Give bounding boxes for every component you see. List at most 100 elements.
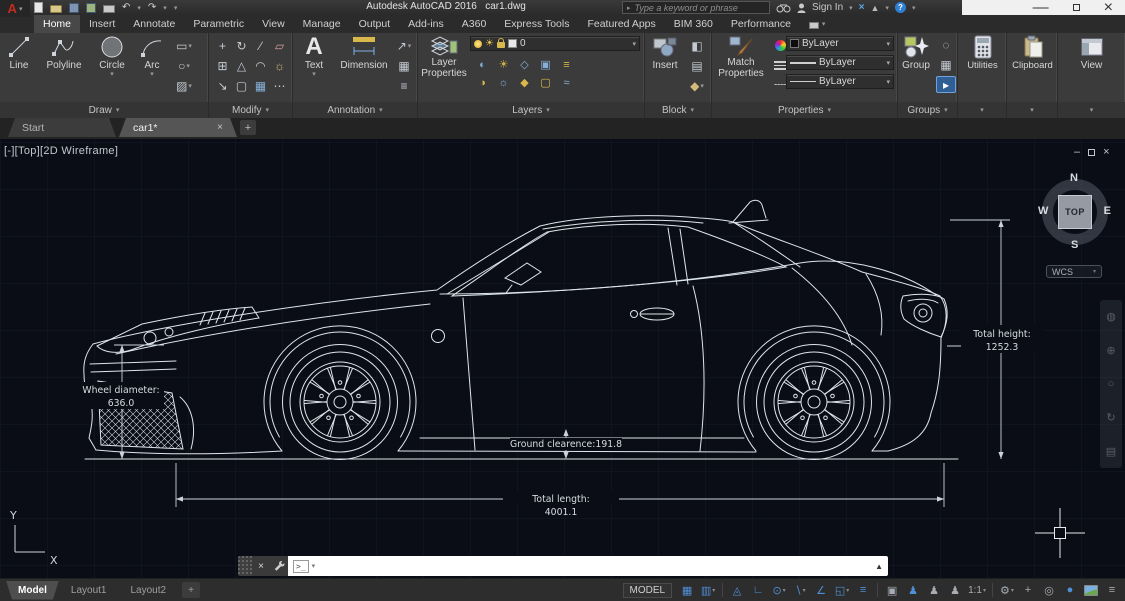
osnap-3d-icon[interactable]: ▣	[882, 582, 902, 599]
viewport-controls[interactable]: [-][Top][2D Wireframe]	[4, 145, 118, 157]
rectangle-tool-icon[interactable]: ▭▾	[174, 37, 194, 54]
file-tab-start[interactable]: Start	[8, 118, 116, 137]
undo-caret-icon[interactable]: ▾	[137, 4, 141, 12]
ortho-toggle-icon[interactable]: ∟	[748, 582, 768, 599]
layer-make-current-icon[interactable]: ≡	[563, 59, 569, 71]
tab-a360[interactable]: A360	[453, 15, 496, 33]
clean-screen-icon[interactable]	[1081, 582, 1101, 599]
panel-label-block[interactable]: Block▾	[645, 102, 711, 118]
sign-in-button[interactable]: Sign In	[812, 2, 843, 13]
arc-button[interactable]: Arc ▾	[134, 35, 170, 77]
utilities-button[interactable]: Utilities	[962, 35, 1003, 71]
text-button[interactable]: A Text ▾	[295, 35, 333, 77]
copy-icon[interactable]: ⊞	[217, 59, 227, 73]
create-block-icon[interactable]: ◧	[687, 37, 707, 54]
navigation-bar[interactable]: ◍ ⊕ ○ ↻ ▤	[1100, 300, 1122, 468]
layer-select-dropdown[interactable]: ☀ 0 ▾	[470, 36, 640, 51]
a360-caret-icon[interactable]: ▾	[885, 4, 889, 12]
group-edit-icon[interactable]: ▦	[936, 56, 956, 73]
panel-label-utilities[interactable]: ▾	[958, 102, 1006, 118]
tab-home[interactable]: Home	[34, 15, 80, 33]
layer-freeze-icon[interactable]: ◇	[520, 58, 528, 71]
linetype-dropdown[interactable]: ByLayer ▾	[786, 74, 894, 89]
lineweight-dropdown[interactable]: ByLayer ▾	[786, 55, 894, 70]
table-icon[interactable]: ▦	[394, 57, 414, 74]
tab-model[interactable]: Model	[6, 581, 59, 600]
isolate-objects-icon[interactable]: ◎	[1039, 582, 1059, 599]
new-drawing-tab-button[interactable]: +	[240, 120, 256, 135]
viewport-restore-icon[interactable]	[1088, 149, 1095, 156]
viewcube[interactable]: N W E S TOP	[1037, 174, 1113, 250]
app-logo-icon[interactable]: A▾	[0, 0, 30, 17]
tab-performance[interactable]: Performance	[722, 15, 800, 33]
stretch-icon[interactable]: ↘	[217, 79, 227, 93]
layer-match-icon[interactable]: ≈	[563, 77, 569, 89]
layer-lock-icon[interactable]: ▣	[540, 58, 550, 71]
more-modify-icon[interactable]: ⋯	[274, 79, 286, 93]
grid-toggle-icon[interactable]: ▦	[677, 582, 697, 599]
isodraft-icon[interactable]: ∖▾	[790, 582, 810, 599]
command-input[interactable]: >_ ▾ ▲	[288, 556, 888, 576]
block-attributes-icon[interactable]: ◆▾	[687, 77, 707, 94]
binoculars-icon[interactable]	[776, 3, 791, 13]
tab-output[interactable]: Output	[350, 15, 400, 33]
navigation-wheel-icon[interactable]: ◍	[1106, 310, 1116, 323]
exchange-apps-icon[interactable]: ×	[859, 2, 865, 13]
graphics-performance-icon[interactable]: ●	[1060, 582, 1080, 599]
command-line[interactable]: × >_ ▾ ▲	[238, 556, 888, 576]
open-file-icon[interactable]	[50, 5, 62, 13]
array-icon[interactable]: ▦	[255, 79, 266, 93]
tab-manage[interactable]: Manage	[294, 15, 350, 33]
panel-label-groups[interactable]: Groups▾	[898, 102, 957, 118]
tray-plus-icon[interactable]: +	[1018, 582, 1038, 599]
viewcube-west[interactable]: W	[1038, 205, 1048, 217]
snap-toggle-icon[interactable]: ▥▾	[698, 582, 718, 599]
clipboard-button[interactable]: Clipboard	[1009, 35, 1056, 71]
pan-icon[interactable]: ⊕	[1106, 344, 1115, 357]
annotation-visibility-icon[interactable]: ♟	[903, 582, 923, 599]
viewport-close-icon[interactable]: ×	[1103, 146, 1109, 158]
redo-caret-icon[interactable]: ▾	[163, 4, 167, 12]
match-properties-button[interactable]: Match Properties	[714, 35, 768, 79]
save-icon[interactable]	[69, 3, 79, 13]
qat-dropdown-icon[interactable]: ▾	[174, 4, 178, 12]
tab-parametric[interactable]: Parametric	[184, 15, 253, 33]
circle-button[interactable]: Circle ▾	[92, 35, 132, 77]
tab-bim360[interactable]: BIM 360	[665, 15, 722, 33]
object-snap-icon[interactable]: ◱▾	[832, 582, 852, 599]
layer-thaw-tool-icon[interactable]: ◆	[520, 76, 528, 89]
workspace-switch-icon[interactable]: ⚙▾	[997, 582, 1017, 599]
panel-label-annotation[interactable]: Annotation▾	[293, 102, 417, 118]
group-selection-toggle-icon[interactable]: ▸	[936, 76, 956, 93]
edit-block-icon[interactable]: ▤	[687, 57, 707, 74]
file-tab-close-icon[interactable]: ×	[217, 122, 223, 133]
panel-label-draw[interactable]: Draw▾	[0, 102, 208, 118]
dimension-button[interactable]: Dimension	[335, 35, 393, 71]
command-customize-icon[interactable]	[270, 556, 288, 576]
dynamic-input-icon[interactable]: ◬	[727, 582, 747, 599]
new-layout-button[interactable]: +	[182, 582, 200, 598]
new-file-icon[interactable]	[34, 2, 43, 13]
scale-icon[interactable]: ▢	[236, 79, 247, 93]
panel-label-modify[interactable]: Modify▾	[209, 102, 292, 118]
command-close-icon[interactable]: ×	[252, 556, 270, 576]
ellipse-tool-icon[interactable]: ○▾	[174, 57, 194, 74]
panel-label-properties[interactable]: Properties▾	[712, 102, 897, 118]
leader-icon[interactable]: ↗▾	[394, 37, 414, 54]
zoom-icon[interactable]: ○	[1108, 378, 1115, 390]
model-space-badge[interactable]: MODEL	[623, 583, 673, 598]
help-icon[interactable]: ?	[895, 2, 906, 13]
rotate-icon[interactable]: ↻	[236, 39, 246, 53]
annotation-scale-person-icon[interactable]: ♟	[945, 582, 965, 599]
file-tab-car1[interactable]: car1* ×	[119, 118, 237, 137]
orbit-icon[interactable]: ↻	[1106, 411, 1115, 424]
explode-icon[interactable]: ☼	[274, 59, 285, 73]
tab-insert[interactable]: Insert	[80, 15, 124, 33]
print-icon[interactable]	[103, 5, 115, 13]
annotation-autoscale-icon[interactable]: ♟	[924, 582, 944, 599]
tab-layout1[interactable]: Layout1	[59, 581, 119, 600]
tab-featured-apps[interactable]: Featured Apps	[578, 15, 664, 33]
panel-label-layers[interactable]: Layers▾	[418, 102, 644, 118]
command-line-grip[interactable]	[238, 556, 252, 576]
viewport-minimize-icon[interactable]: –	[1074, 146, 1080, 158]
